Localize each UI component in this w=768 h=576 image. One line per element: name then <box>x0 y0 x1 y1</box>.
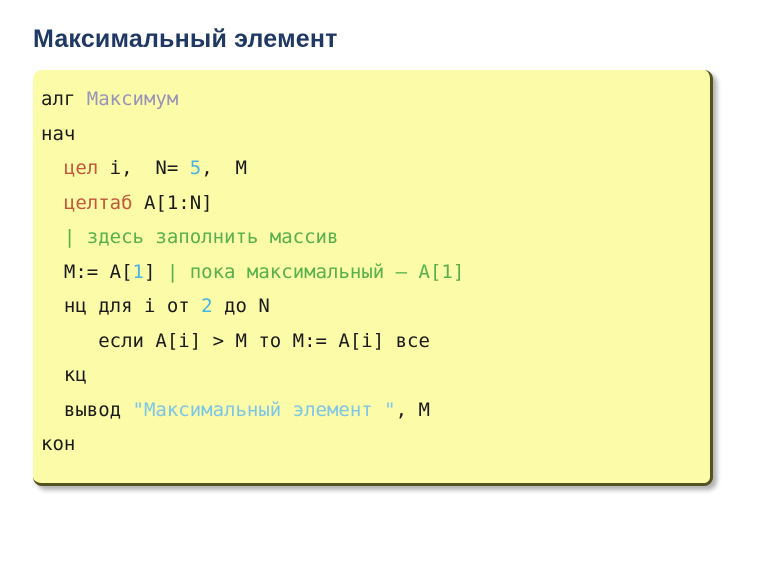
code-line: если A[i] > M то M:= A[i] все <box>41 324 710 359</box>
code-token-plain: M:= A[ <box>41 260 133 283</box>
code-line: целтаб A[1:N] <box>41 186 710 221</box>
code-line: кц <box>41 358 710 393</box>
code-token-comment: | пока максимальный – A[1] <box>166 260 465 283</box>
code-token-plain: ] <box>143 260 167 283</box>
code-token-plain: до N <box>212 295 270 317</box>
code-token-number: 1 <box>132 260 144 283</box>
code-line: M:= A[1] | пока максимальный – A[1] <box>41 255 710 290</box>
code-token-plain: , M <box>201 157 247 179</box>
code-token-comment: | здесь заполнить массив <box>63 226 339 248</box>
code-token-number: 2 <box>201 295 213 317</box>
code-token-plain: кон <box>41 433 76 455</box>
code-listing: алг Максимум нач цел i, N= 5, M целтаб A[… <box>41 82 710 462</box>
code-token-number: 5 <box>189 157 202 179</box>
code-line: | здесь заполнить массив <box>41 220 710 255</box>
code-line: нач <box>41 117 710 152</box>
code-token-plain: вывод <box>41 398 133 421</box>
code-token-plain: нач <box>41 122 76 145</box>
code-token-plain: , M <box>395 398 430 421</box>
code-block-panel: алг Максимум нач цел i, N= 5, M целтаб A[… <box>33 70 713 486</box>
code-line: нц для i от 2 до N <box>41 289 710 324</box>
code-line: вывод "Максимальный элемент ", M <box>41 393 710 428</box>
code-line: алг Максимум <box>41 82 710 117</box>
code-token-plain: алг <box>41 88 87 110</box>
slide-canvas: Максимальный элемент алг Максимум нач цел… <box>0 0 768 576</box>
code-token-plain: если A[i] > M то M:= A[i] все <box>41 329 430 352</box>
page-title: Максимальный элемент <box>33 25 338 53</box>
code-token-keyword: цел <box>63 157 99 179</box>
code-line: кон <box>41 427 710 462</box>
code-token-keyword: целтаб <box>63 191 133 214</box>
code-token-plain: кц <box>41 364 87 386</box>
code-token-name: Максимум <box>86 88 179 110</box>
code-line: цел i, N= 5, M <box>41 151 710 186</box>
code-token-string: "Максимальный элемент " <box>132 398 396 421</box>
code-token-plain: A[1:N] <box>132 191 213 214</box>
code-token-plain: нц для i от <box>41 295 202 317</box>
code-token-plain: i, N= <box>98 157 190 179</box>
